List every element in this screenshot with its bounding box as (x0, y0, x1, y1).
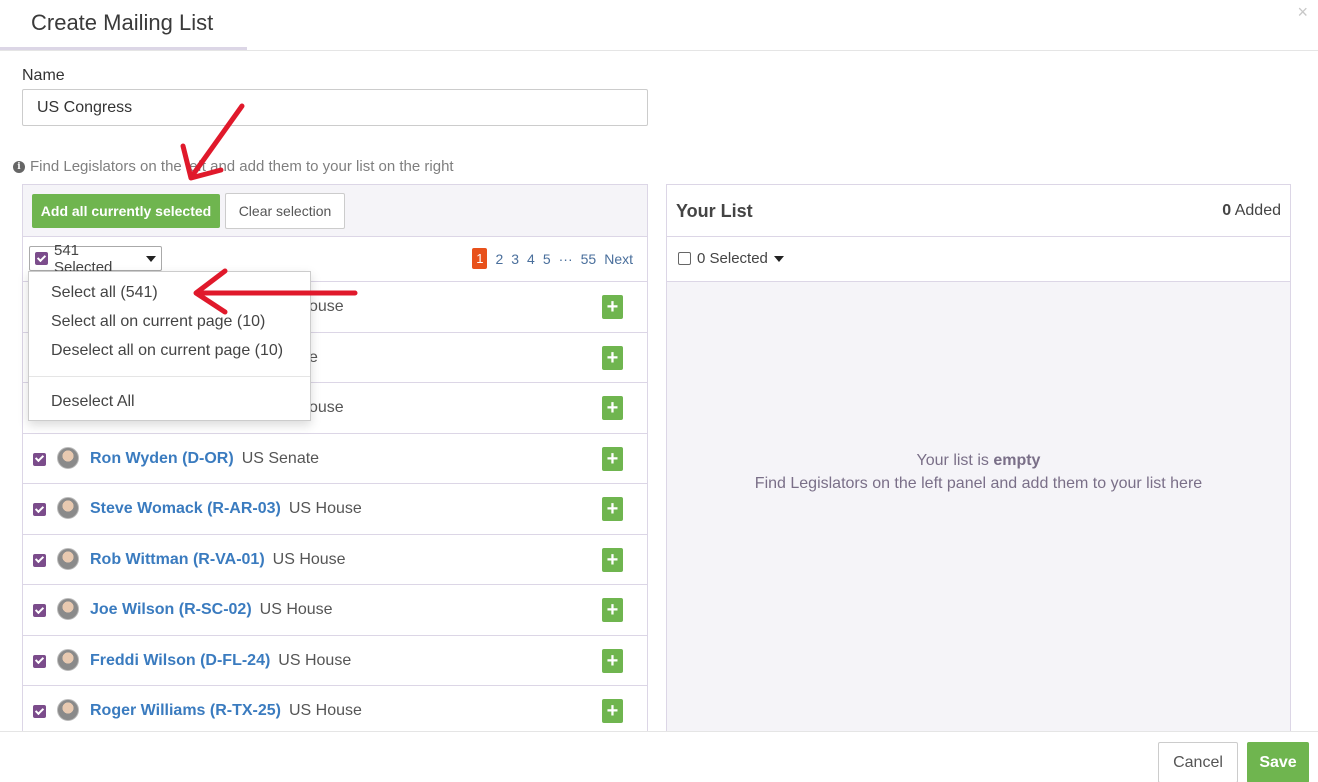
row-checkbox[interactable] (33, 452, 46, 466)
add-legislator-button[interactable]: + (602, 295, 623, 319)
right-select-checkbox[interactable] (678, 252, 691, 265)
empty-instruction: Find Legislators on the left panel and a… (754, 475, 1203, 492)
name-label: Name (22, 67, 65, 84)
add-legislator-button[interactable]: + (602, 648, 623, 673)
added-suffix: Added (1234, 202, 1281, 219)
next-page-link[interactable]: Next (604, 251, 633, 267)
menu-deselect-page[interactable]: Deselect all on current page (10) (51, 342, 283, 360)
legislator-link[interactable]: Steve Womack (R-AR-03) US House (90, 500, 362, 518)
legislator-link[interactable]: Roger Williams (R-TX-25) US House (90, 702, 362, 720)
left-toolbar: Add all currently selected Clear selecti… (23, 185, 647, 237)
info-icon: i (13, 160, 25, 173)
pagination: 1 2 3 4 5 ··· 55 Next (472, 248, 633, 269)
avatar (57, 446, 79, 469)
clear-selection-button[interactable]: Clear selection (225, 193, 345, 229)
page-ellipsis: ··· (558, 250, 573, 267)
add-legislator-button[interactable]: + (602, 396, 623, 420)
avatar (57, 598, 79, 620)
added-number: 0 (1222, 202, 1232, 219)
table-row: Ron Wyden (D-OR) US Senate + (23, 434, 647, 484)
caret-down-icon (146, 255, 156, 262)
legislator-link[interactable]: Freddi Wilson (D-FL-24) US House (90, 652, 351, 670)
row-checkbox[interactable] (33, 553, 46, 567)
modal-title: Create Mailing List (31, 10, 214, 35)
added-count: 0 Added (1222, 202, 1281, 220)
close-icon[interactable]: × (1297, 2, 1308, 23)
menu-select-all[interactable]: Select all (541) (51, 284, 158, 302)
row-chamber: US House (289, 702, 362, 719)
add-legislator-button[interactable]: + (602, 547, 623, 572)
right-selected-count: 0 Selected (697, 250, 768, 267)
selection-dropdown[interactable]: 541 Selected (29, 242, 162, 276)
table-row: Rob Wittman (R-VA-01) US House + (23, 535, 647, 585)
legislator-link[interactable]: Ron Wyden (D-OR) US Senate (90, 450, 319, 468)
create-mailing-list-modal: Create Mailing List × Name i Find Legisl… (0, 0, 1318, 782)
caret-down-icon (773, 255, 784, 262)
table-row: Freddi Wilson (D-FL-24) US House + (23, 636, 647, 686)
avatar (57, 648, 79, 671)
row-checkbox[interactable] (33, 705, 46, 718)
table-row: Steve Womack (R-AR-03) US House + (23, 484, 647, 535)
avatar (57, 699, 79, 721)
selection-menu: Select all (541) Select all on current p… (28, 271, 311, 421)
hint-label: Find Legislators on the left and add the… (30, 158, 454, 175)
table-row: Joe Wilson (R-SC-02) US House + (23, 585, 647, 636)
modal-footer: Cancel Save (0, 731, 1318, 782)
page-3[interactable]: 3 (511, 251, 519, 267)
header-divider (0, 50, 1318, 51)
page-1[interactable]: 1 (472, 248, 488, 269)
legislator-link[interactable]: Rob Wittman (R-VA-01) US House (90, 551, 346, 569)
add-legislator-button[interactable]: + (602, 345, 623, 370)
row-chamber: ouse (309, 298, 344, 315)
empty-message: Your list is empty (916, 452, 1041, 469)
page-5[interactable]: 5 (543, 251, 551, 267)
menu-deselect-all[interactable]: Deselect All (51, 393, 135, 411)
add-legislator-button[interactable]: + (602, 497, 623, 521)
cancel-button[interactable]: Cancel (1158, 742, 1238, 782)
row-chamber: US House (278, 651, 352, 669)
row-checkbox[interactable] (33, 604, 46, 617)
page-4[interactable]: 4 (527, 251, 535, 267)
name-input[interactable] (22, 89, 648, 126)
your-list-body: Your list is empty Find Legislators on t… (667, 282, 1290, 745)
save-button[interactable]: Save (1247, 742, 1309, 782)
add-legislator-button[interactable]: + (602, 446, 623, 471)
row-chamber: US House (288, 500, 362, 517)
legislator-link[interactable]: Joe Wilson (R-SC-02) US House (90, 601, 333, 619)
right-selection-dropdown[interactable]: 0 Selected (678, 250, 784, 267)
your-list-panel: Your List 0 Added 0 Selected Your list i… (666, 184, 1291, 745)
menu-select-page[interactable]: Select all on current page (10) (51, 313, 265, 331)
table-row: Roger Williams (R-TX-25) US House + (23, 686, 647, 737)
right-selection-row: 0 Selected (667, 237, 1290, 282)
row-checkbox[interactable] (33, 654, 46, 668)
avatar (57, 547, 79, 570)
add-legislator-button[interactable]: + (602, 699, 623, 723)
row-chamber: ouse (309, 399, 344, 416)
hint-text: i Find Legislators on the left and add t… (13, 158, 454, 175)
your-list-header: Your List 0 Added (667, 185, 1290, 237)
row-chamber: US Senate (241, 449, 320, 467)
row-chamber: US House (259, 601, 333, 618)
select-checkbox[interactable] (35, 252, 48, 265)
legislator-panel: Add all currently selected Clear selecti… (22, 184, 648, 744)
row-chamber: US House (272, 550, 346, 568)
menu-divider (29, 376, 310, 377)
add-legislator-button[interactable]: + (602, 598, 623, 622)
page-2[interactable]: 2 (495, 251, 503, 267)
avatar (57, 497, 79, 519)
empty-bold: empty (993, 452, 1041, 469)
page-55[interactable]: 55 (581, 251, 597, 267)
add-all-selected-button[interactable]: Add all currently selected (32, 194, 220, 228)
your-list-title: Your List (676, 201, 753, 221)
row-checkbox[interactable] (33, 503, 46, 516)
